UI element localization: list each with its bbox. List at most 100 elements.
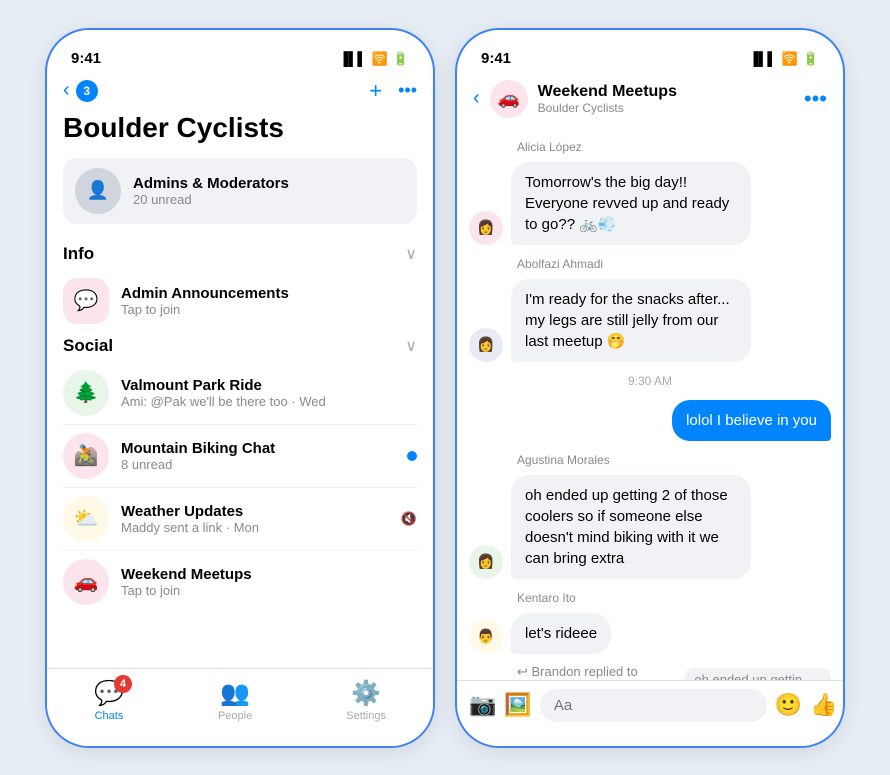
message-avatar: 👩 [469,211,503,245]
back-badge: 3 [76,80,98,102]
chat-info: Weekend Meetups Tap to join [121,566,417,598]
chat-meta [407,451,417,461]
message-bubble: lolol I believe in you [672,400,831,441]
message-row: 👨 let's rideee [469,613,831,654]
chat-sub: Ami: @Pak we'll be there too · Wed [121,394,417,409]
back-area[interactable]: ‹ 3 [63,79,98,102]
chat-info: Mountain Biking Chat 8 unread [121,440,395,472]
message-row: 👩 oh ended up getting 2 of those coolers… [469,475,831,579]
battery-icon: 🔋 [393,51,409,67]
right-phone-content: 9:41 ▐▌▌ 🛜 🔋 ‹ 🚗 Weekend Meetups Boulder… [457,30,843,746]
sender-label: Agustina Morales [517,453,831,467]
settings-icon: ⚙️ [351,679,381,708]
list-item[interactable]: ⛅ Weather Updates Maddy sent a link · Mo… [63,488,417,551]
social-chevron-icon[interactable]: ∨ [405,336,417,356]
bottom-nav: 💬 4 Chats 👥 People ⚙️ Settings [47,668,433,746]
chat-avatar: ⛅ [63,496,109,542]
group-avatar: 🚗 [490,80,528,118]
wifi-icon-r: 🛜 [782,51,798,67]
admin-item[interactable]: 👤 Admins & Moderators 20 unread [63,158,417,224]
add-button[interactable]: + [369,78,382,104]
input-bar: 📷 🖼️ 🙂 👍 [457,680,843,746]
announcement-sub: Tap to join [121,302,417,317]
chat-sub: 8 unread [121,457,395,472]
message-bubble: I'm ready for the snacks after... my leg… [511,279,751,362]
admin-sub: 20 unread [133,192,289,207]
chats-label: Chats [95,710,124,722]
right-phone: 9:41 ▐▌▌ 🛜 🔋 ‹ 🚗 Weekend Meetups Boulder… [455,28,845,748]
message-avatar: 👩 [469,545,503,579]
announcement-info: Admin Announcements Tap to join [121,285,417,317]
chat-name: Valmount Park Ride [121,377,417,394]
camera-icon[interactable]: 📷 [469,692,496,718]
chats-icon: 💬 4 [94,679,124,708]
left-header: ‹ 3 + ••• [47,74,433,112]
chat-name: Weekend Meetups [121,566,417,583]
more-button-right[interactable]: ••• [804,86,827,112]
wifi-icon: 🛜 [372,51,388,67]
chat-info: Weather Updates Maddy sent a link · Mon [121,503,389,535]
message-row-outgoing: lolol I believe in you [469,400,831,441]
announcement-item[interactable]: 💬 Admin Announcements Tap to join [63,270,417,332]
nav-item-chats[interactable]: 💬 4 Chats [94,679,124,722]
sender-label: Alicia López [517,140,831,154]
chat-name: Mountain Biking Chat [121,440,395,457]
message-bubble: Tomorrow's the big day!! Everyone revved… [511,162,751,245]
admin-avatar: 👤 [75,168,121,214]
list-item[interactable]: 🌲 Valmount Park Ride Ami: @Pak we'll be … [63,362,417,425]
chat-avatar: 🚵 [63,433,109,479]
right-header: ‹ 🚗 Weekend Meetups Boulder Cyclists ••• [457,74,843,126]
message-input[interactable] [540,689,767,722]
announcement-name: Admin Announcements [121,285,417,302]
time-right: 9:41 [481,50,511,67]
page-title: Boulder Cyclists [47,112,433,144]
nav-item-people[interactable]: 👥 People [218,679,252,722]
message-bubble: let's rideee [511,613,611,654]
chats-badge: 4 [114,675,132,693]
like-icon[interactable]: 👍 [810,692,837,718]
unread-indicator [407,451,417,461]
emoji-icon[interactable]: 🙂 [775,692,802,718]
list-item[interactable]: 🚵 Mountain Biking Chat 8 unread [63,425,417,488]
chat-sub: Maddy sent a link · Mon [121,520,389,535]
chat-sub: Tap to join [121,583,417,598]
sender-label: Abolfazi Ahmadi [517,257,831,271]
chat-info: Valmount Park Ride Ami: @Pak we'll be th… [121,377,417,409]
chat-meta: 🔇 [401,511,417,527]
info-label: Info [63,244,94,264]
header-actions: + ••• [369,78,417,104]
more-button[interactable]: ••• [398,80,417,101]
group-name: Weekend Meetups [538,83,794,101]
mute-icon: 🔇 [401,511,417,527]
admin-name: Admins & Moderators [133,175,289,192]
sender-label: Kentaro Ito [517,591,831,605]
signal-icons-right: ▐▌▌ 🛜 🔋 [749,51,819,67]
message-row: 👩 Tomorrow's the big day!! Everyone revv… [469,162,831,245]
info-chevron-icon[interactable]: ∨ [405,244,417,264]
messages-area: Alicia López 👩 Tomorrow's the big day!! … [457,126,843,746]
announcement-avatar: 💬 [63,278,109,324]
battery-icon-r: 🔋 [803,51,819,67]
social-section-header: Social ∨ [47,332,433,362]
social-label: Social [63,336,113,356]
signal-icons-left: ▐▌▌ 🛜 🔋 [339,51,409,67]
time-left: 9:41 [71,50,101,67]
people-label: People [218,710,252,722]
back-button-right[interactable]: ‹ [473,87,480,110]
left-phone: 9:41 ▐▌▌ 🛜 🔋 ‹ 3 + ••• Boulder Cyclists … [45,28,435,748]
chat-name: Weather Updates [121,503,389,520]
admin-text: Admins & Moderators 20 unread [133,175,289,207]
message-avatar: 👩 [469,328,503,362]
message-avatar: 👨 [469,620,503,654]
settings-label: Settings [346,710,386,722]
back-chevron-icon[interactable]: ‹ [63,79,70,102]
info-list: 💬 Admin Announcements Tap to join [47,270,433,332]
nav-item-settings[interactable]: ⚙️ Settings [346,679,386,722]
message-row: 👩 I'm ready for the snacks after... my l… [469,279,831,362]
social-chat-list: 🌲 Valmount Park Ride Ami: @Pak we'll be … [47,362,433,613]
signal-icon: ▐▌▌ [339,51,367,66]
chat-avatar: 🚗 [63,559,109,605]
list-item[interactable]: 🚗 Weekend Meetups Tap to join [63,551,417,613]
photo-icon[interactable]: 🖼️ [504,692,531,718]
status-bar-right: 9:41 ▐▌▌ 🛜 🔋 [457,30,843,74]
